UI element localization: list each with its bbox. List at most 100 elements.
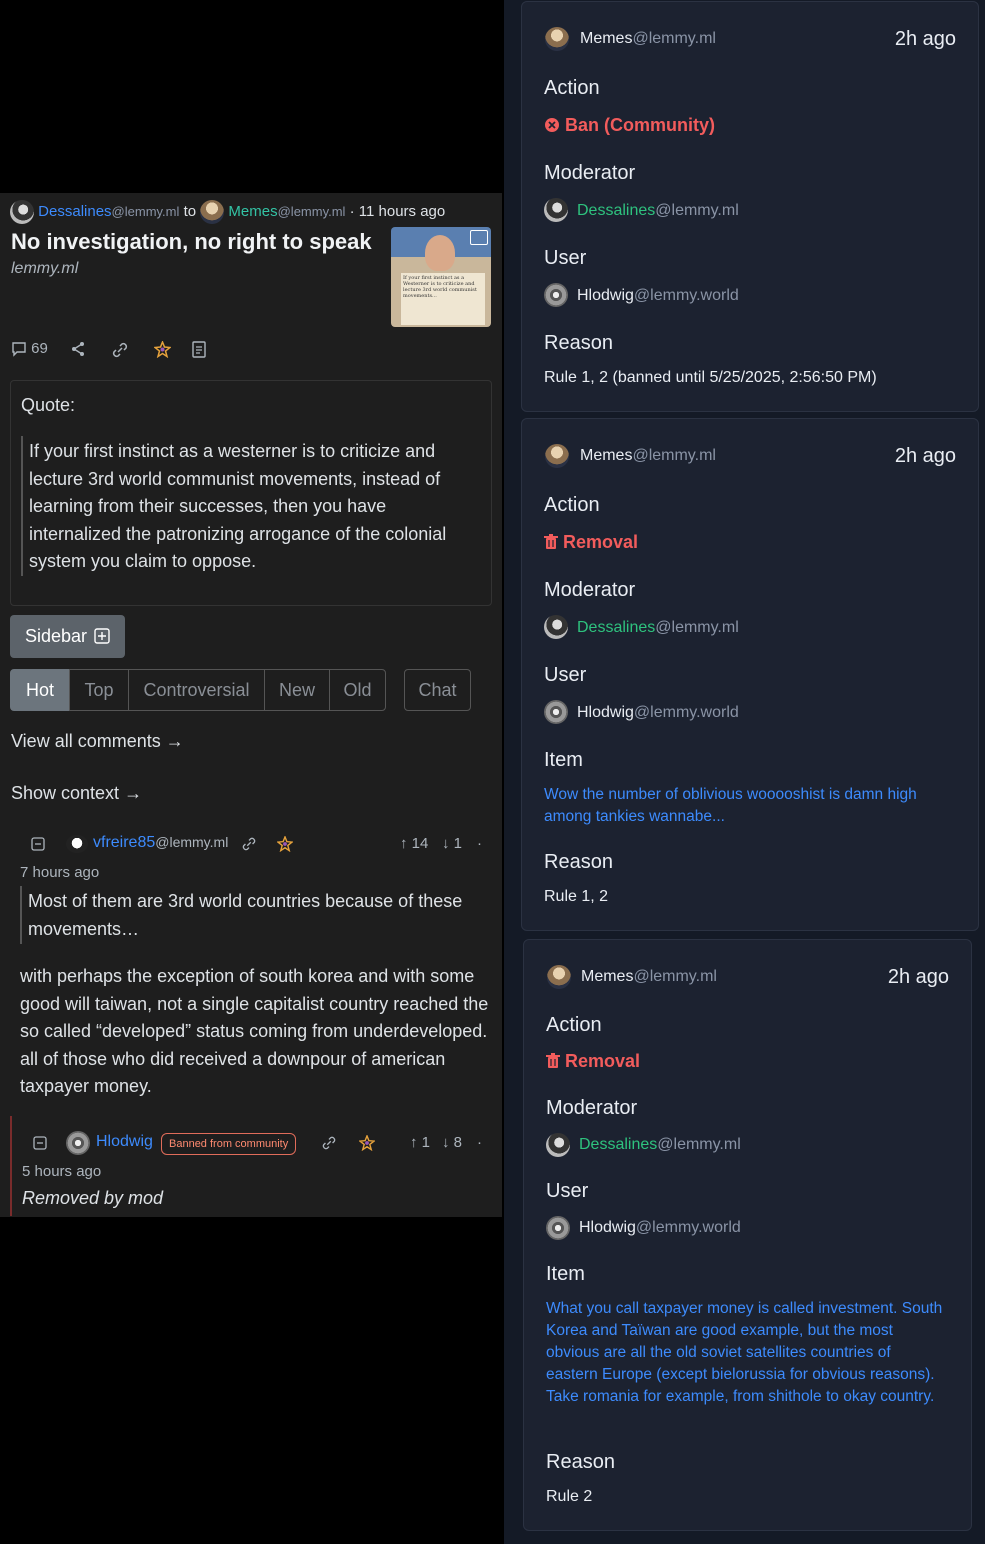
- user-link[interactable]: Hlodwig@lemmy.world: [579, 1219, 741, 1237]
- user-avatar: [546, 1216, 570, 1240]
- tab-new[interactable]: New: [264, 669, 330, 711]
- item-label: Item: [546, 1263, 585, 1285]
- thread-line: [10, 1116, 12, 1216]
- comment-body: Removed by mod: [22, 1188, 164, 1208]
- comments-button[interactable]: 69: [11, 340, 48, 357]
- commenter-avatar: [66, 835, 88, 853]
- commenter-link[interactable]: vfreire85@lemmy.ml: [93, 834, 228, 852]
- sidebar-toggle-button[interactable]: Sidebar: [10, 615, 125, 658]
- upvote-count[interactable]: ↑ 14: [400, 835, 428, 852]
- post-community-link[interactable]: Memes@lemmy.ml: [228, 203, 345, 220]
- fediverse-icon[interactable]: [277, 836, 293, 852]
- community-link[interactable]: Memes@lemmy.ml: [580, 447, 716, 465]
- downvote-count[interactable]: ↓ 8: [442, 1134, 462, 1151]
- user-label: User: [544, 664, 587, 686]
- post-author-link[interactable]: Dessalines@lemmy.ml: [38, 203, 179, 220]
- tab-controversial[interactable]: Controversial: [128, 669, 265, 711]
- link-icon[interactable]: [241, 836, 257, 852]
- moderator-label: Moderator: [544, 579, 636, 601]
- entry-time: 2h ago: [894, 28, 956, 50]
- more-dot[interactable]: ·: [477, 1134, 482, 1151]
- tab-top[interactable]: Top: [69, 669, 129, 711]
- item-link[interactable]: Wow the number of oblivious wooooshist i…: [544, 784, 954, 828]
- community-avatar: [200, 200, 225, 224]
- post-title[interactable]: No investigation, no right to speak: [11, 229, 372, 255]
- comment-icon: [12, 342, 26, 357]
- modlog-entry-removal: Memes@lemmy.ml 2h ago Action Removal Mod…: [523, 939, 972, 1531]
- moderator-avatar: [544, 615, 568, 639]
- item-link[interactable]: What you call taxpayer money is called i…: [546, 1298, 946, 1408]
- sidebar-quote-text: If your first instinct as a westerner is…: [29, 441, 447, 571]
- moderator-avatar: [546, 1133, 570, 1157]
- share-icon[interactable]: [70, 341, 86, 357]
- quote-bar: [21, 436, 23, 576]
- fediverse-icon[interactable]: [154, 341, 171, 358]
- link-icon[interactable]: [111, 341, 129, 359]
- post-domain[interactable]: lemmy.ml: [11, 260, 78, 278]
- collapse-icon[interactable]: [31, 837, 45, 851]
- upvote-count[interactable]: ↑ 1: [410, 1134, 430, 1151]
- trash-icon: [544, 533, 558, 549]
- thumbnail-sign: If your first instinct as a Westerner is…: [401, 273, 485, 325]
- show-context-link[interactable]: Show context →: [11, 783, 142, 804]
- user-avatar: [544, 283, 568, 307]
- view-all-comments-link[interactable]: View all comments →: [11, 731, 184, 752]
- banned-badge: Banned from community: [161, 1133, 297, 1155]
- view-source-icon[interactable]: [191, 341, 207, 358]
- reason-value: Rule 1, 2 (banned until 5/25/2025, 2:56:…: [544, 369, 877, 386]
- action-value: Ban (Community): [544, 115, 715, 136]
- comment-time: 5 hours ago: [22, 1163, 102, 1180]
- sidebar-quote-label: Quote:: [21, 395, 76, 415]
- image-icon: [470, 230, 488, 245]
- tab-hot[interactable]: Hot: [10, 669, 70, 711]
- entry-time: 2h ago: [894, 445, 956, 467]
- action-value: Removal: [546, 1051, 640, 1072]
- moderator-avatar: [544, 198, 568, 222]
- user-label: User: [546, 1180, 589, 1202]
- thumbnail-figure: [425, 235, 455, 271]
- community-avatar: [545, 27, 569, 51]
- downvote-count[interactable]: ↓ 1: [442, 835, 462, 852]
- user-avatar: [544, 700, 568, 724]
- reason-value: Rule 1, 2: [544, 888, 609, 905]
- community-avatar: [545, 444, 569, 468]
- reason-label: Reason: [544, 332, 613, 354]
- comment-body: with perhaps the exception of south kore…: [20, 966, 489, 1096]
- comment-time: 7 hours ago: [20, 864, 100, 881]
- community-link[interactable]: Memes@lemmy.ml: [580, 30, 716, 48]
- comment-quote: Most of them are 3rd world countries bec…: [28, 891, 463, 939]
- sidebar-card: Quote: If your first instinct as a weste…: [10, 380, 492, 606]
- chat-button[interactable]: Chat: [404, 669, 471, 711]
- action-label: Action: [546, 1014, 602, 1036]
- moderator-label: Moderator: [544, 162, 636, 184]
- ban-icon: [545, 117, 559, 132]
- user-label: User: [544, 247, 587, 269]
- fediverse-icon[interactable]: [359, 1135, 375, 1151]
- link-icon[interactable]: [321, 1135, 337, 1151]
- user-link[interactable]: Hlodwig@lemmy.world: [577, 287, 739, 305]
- commenter-avatar: [66, 1131, 90, 1155]
- expand-icon: [94, 628, 110, 644]
- modlog-entry-removal: Memes@lemmy.ml 2h ago Action Removal Mod…: [521, 418, 979, 931]
- moderator-link[interactable]: Dessalines@lemmy.ml: [577, 619, 739, 637]
- action-label: Action: [544, 494, 600, 516]
- more-dot[interactable]: ·: [477, 835, 482, 852]
- collapse-icon[interactable]: [33, 1136, 47, 1150]
- quote-bar: [20, 886, 22, 944]
- trash-icon: [546, 1052, 560, 1068]
- moderator-link[interactable]: Dessalines@lemmy.ml: [577, 202, 739, 220]
- reason-value: Rule 2: [546, 1488, 593, 1505]
- post-thumbnail[interactable]: If your first instinct as a Westerner is…: [391, 227, 491, 327]
- reason-label: Reason: [544, 851, 613, 873]
- community-link[interactable]: Memes@lemmy.ml: [581, 968, 717, 986]
- entry-time: 2h ago: [887, 966, 949, 988]
- commenter-link[interactable]: Hlodwig: [96, 1133, 153, 1151]
- moderator-link[interactable]: Dessalines@lemmy.ml: [579, 1136, 741, 1154]
- reason-label: Reason: [546, 1451, 615, 1473]
- tab-old[interactable]: Old: [329, 669, 386, 711]
- action-value: Removal: [544, 532, 638, 553]
- author-avatar: [10, 200, 34, 224]
- community-avatar: [547, 965, 571, 989]
- user-link[interactable]: Hlodwig@lemmy.world: [577, 704, 739, 722]
- modlog-entry-ban: Memes@lemmy.ml 2h ago Action Ban (Commun…: [521, 1, 979, 412]
